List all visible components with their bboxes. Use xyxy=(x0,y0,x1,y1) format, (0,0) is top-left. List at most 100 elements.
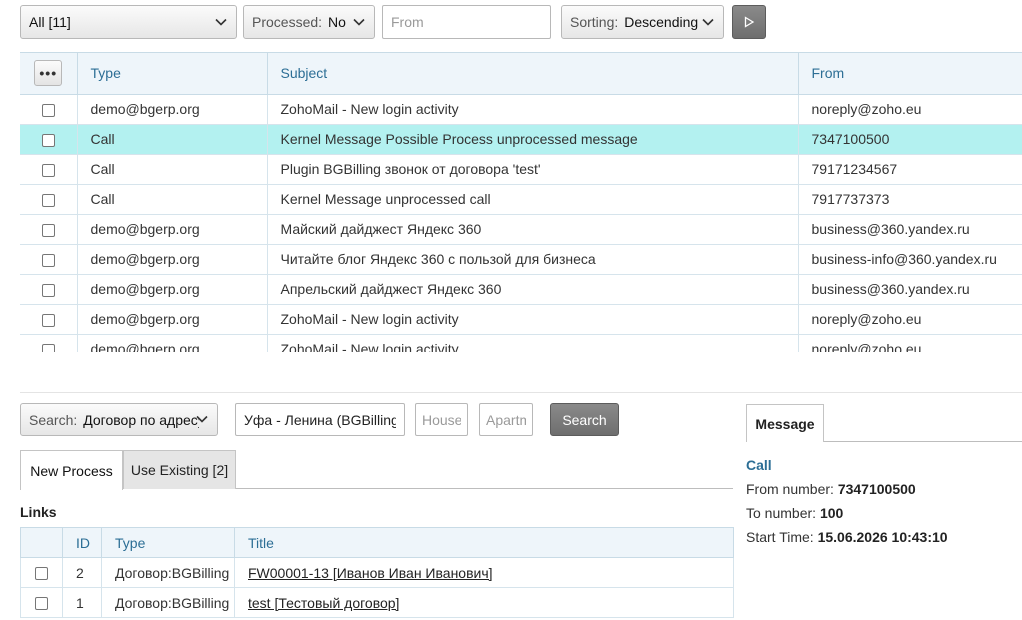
table-row[interactable]: demo@bgerp.org ZohoMail - New login activ… xyxy=(20,94,1022,125)
links-header-select xyxy=(20,527,63,558)
message-table-container[interactable]: ••• Type Subject From demo@bgerp.org Zoho… xyxy=(20,52,1022,352)
link-select-cell xyxy=(20,587,63,618)
from-number-line: From number: 7347100500 xyxy=(746,481,916,497)
row-checkbox[interactable] xyxy=(41,283,55,297)
tab-use-existing[interactable]: Use Existing [2] xyxy=(123,450,236,489)
row-type: Call xyxy=(76,154,267,185)
column-header-subject[interactable]: Subject xyxy=(266,53,798,95)
message-table: ••• Type Subject From demo@bgerp.org Zoho… xyxy=(20,53,1022,352)
row-select-cell xyxy=(20,244,77,275)
row-select-cell xyxy=(20,214,77,245)
chevron-down-icon xyxy=(702,18,714,26)
column-header-type[interactable]: Type xyxy=(76,53,267,95)
table-row: 1 Договор:BGBilling test [Тестовый договор… xyxy=(20,587,734,618)
search-button[interactable]: Search xyxy=(550,403,619,436)
sorting-value: Descending xyxy=(624,14,699,30)
table-row[interactable]: Call Kernel Message unprocessed call 79177… xyxy=(20,184,1022,215)
row-select-cell xyxy=(20,94,77,125)
link-title-cell: FW00001-13 [Иванов Иван Иванович] xyxy=(234,557,734,588)
row-from: noreply@zoho.eu xyxy=(797,334,1022,352)
from-number-label: From number: xyxy=(746,481,834,497)
tab-new-process[interactable]: New Process xyxy=(20,450,123,490)
table-row[interactable]: Call Kernel Message Possible Process unpr… xyxy=(20,124,1022,155)
row-type: demo@bgerp.org xyxy=(76,334,267,352)
row-checkbox[interactable] xyxy=(41,313,55,327)
tab-message[interactable]: Message xyxy=(746,404,824,442)
row-checkbox[interactable] xyxy=(41,163,55,177)
row-checkbox[interactable] xyxy=(41,133,55,147)
row-checkbox[interactable] xyxy=(41,253,55,267)
row-checkbox[interactable] xyxy=(41,193,55,207)
row-select-cell xyxy=(20,184,77,215)
row-type: demo@bgerp.org xyxy=(76,274,267,305)
message-table-header: ••• Type Subject From xyxy=(20,53,1022,95)
apartment-input[interactable] xyxy=(479,403,533,436)
link-select-cell xyxy=(20,557,63,588)
sorting-label: Sorting: xyxy=(570,14,619,30)
row-select-cell xyxy=(20,274,77,305)
link-id: 2 xyxy=(62,557,102,588)
header-actions-cell: ••• xyxy=(20,53,77,95)
processed-filter-select[interactable]: Processed: No xyxy=(243,5,375,39)
link-type: Договор:BGBilling xyxy=(101,587,235,618)
row-select-cell xyxy=(20,154,77,185)
type-filter-select[interactable]: All [11] xyxy=(20,5,237,39)
row-from: 79171234567 xyxy=(797,154,1022,185)
column-header-from[interactable]: From xyxy=(797,53,1022,95)
table-row[interactable]: demo@bgerp.org Апрельский дайджест Яндекс… xyxy=(20,274,1022,305)
row-checkbox[interactable] xyxy=(41,103,55,117)
message-type: Call xyxy=(746,457,772,473)
links-header-id: ID xyxy=(62,527,102,558)
table-row[interactable]: demo@bgerp.org Читайте блог Яндекс 360 с … xyxy=(20,244,1022,275)
row-checkbox[interactable] xyxy=(41,343,55,352)
row-subject: Апрельский дайджест Яндекс 360 xyxy=(266,274,798,305)
row-from: noreply@zoho.eu xyxy=(797,94,1022,125)
row-subject: ZohoMail - New login activity xyxy=(266,94,798,125)
row-from: 7917737373 xyxy=(797,184,1022,215)
chevron-down-icon xyxy=(353,18,365,26)
more-actions-button[interactable]: ••• xyxy=(34,60,63,87)
house-input[interactable] xyxy=(415,403,468,436)
table-row[interactable]: demo@bgerp.org ZohoMail - New login activ… xyxy=(20,304,1022,335)
to-number-label: To number: xyxy=(746,505,817,521)
search-mode-select[interactable]: Search: Договор по адресу xyxy=(20,403,218,436)
row-from: 7347100500 xyxy=(797,124,1022,155)
from-number-value: 7347100500 xyxy=(837,481,916,497)
link-title-cell: test [Тестовый договор] xyxy=(234,587,734,618)
row-type: demo@bgerp.org xyxy=(76,94,267,125)
chevron-down-icon xyxy=(196,415,208,423)
row-from: business-info@360.yandex.ru xyxy=(797,244,1022,275)
row-subject: Майский дайджест Яндекс 360 xyxy=(266,214,798,245)
processed-filter-label: Processed: xyxy=(252,14,323,30)
to-number-line: To number: 100 xyxy=(746,505,843,521)
row-subject: ZohoMail - New login activity xyxy=(266,304,798,335)
search-mode-label: Search: xyxy=(29,411,78,428)
start-time-value: 15.06.2026 10:43:10 xyxy=(817,529,948,545)
table-row[interactable]: Call Plugin BGBilling звонок от договора … xyxy=(20,154,1022,185)
link-id: 1 xyxy=(62,587,102,618)
links-title: Links xyxy=(20,504,57,520)
row-type: demo@bgerp.org xyxy=(76,214,267,245)
link-checkbox[interactable] xyxy=(35,597,48,611)
row-subject: Kernel Message Possible Process unproces… xyxy=(266,124,798,155)
link-checkbox[interactable] xyxy=(35,567,48,581)
from-filter-input[interactable] xyxy=(382,5,551,39)
table-row: 2 Договор:BGBilling FW00001-13 [Иванов Ива… xyxy=(20,557,734,588)
chevron-down-icon xyxy=(215,18,227,26)
link-title[interactable]: FW00001-13 [Иванов Иван Иванович] xyxy=(248,565,493,581)
run-filter-button[interactable] xyxy=(732,5,766,39)
link-title[interactable]: test [Тестовый договор] xyxy=(248,595,399,611)
row-from: business@360.yandex.ru xyxy=(797,214,1022,245)
row-from: business@360.yandex.ru xyxy=(797,274,1022,305)
row-type: Call xyxy=(76,184,267,215)
table-row[interactable]: demo@bgerp.org ZohoMail - New login activ… xyxy=(20,334,1022,352)
link-type: Договор:BGBilling xyxy=(101,557,235,588)
row-checkbox[interactable] xyxy=(41,223,55,237)
sorting-select[interactable]: Sorting: Descending xyxy=(561,5,724,39)
row-subject: Kernel Message unprocessed call xyxy=(266,184,798,215)
row-select-cell xyxy=(20,304,77,335)
row-type: Call xyxy=(76,124,267,155)
address-search-input[interactable] xyxy=(235,403,405,436)
table-row[interactable]: demo@bgerp.org Майский дайджест Яндекс 36… xyxy=(20,214,1022,245)
section-divider xyxy=(20,392,1022,393)
